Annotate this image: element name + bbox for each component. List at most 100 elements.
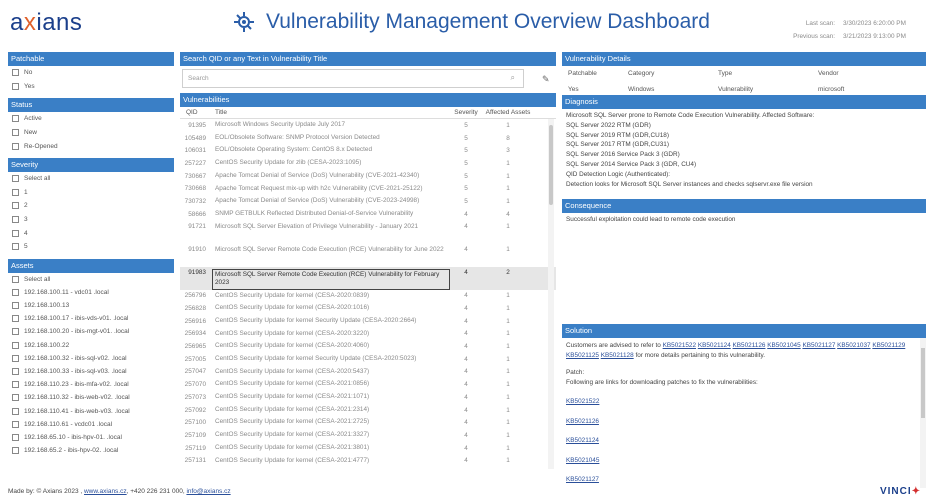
checkbox[interactable] (12, 275, 19, 283)
checkbox[interactable] (12, 288, 19, 296)
checkbox[interactable] (12, 142, 19, 150)
table-body[interactable]: 91395 Microsoft Windows Security Update J… (180, 119, 556, 469)
website-link[interactable]: www.axians.cz (84, 488, 127, 495)
search-input[interactable]: Search ⌕ (182, 69, 524, 88)
checkbox[interactable] (12, 243, 19, 251)
kb-link[interactable]: KB5021045 (767, 342, 800, 349)
checkbox[interactable] (12, 82, 19, 90)
scroll-thumb[interactable] (549, 125, 553, 205)
table-row[interactable]: 257092 CentOS Security Update for kernel … (180, 404, 556, 417)
table-row[interactable]: 256796 CentOS Security Update for kernel … (180, 290, 556, 303)
table-row[interactable]: 730667 Apache Tomcat Denial of Service (D… (180, 170, 556, 183)
kb-link[interactable]: KB5021126 (733, 342, 766, 349)
table-row[interactable]: 257131 CentOS Security Update for kernel … (180, 454, 556, 467)
asset-option[interactable]: Select all (8, 273, 174, 286)
table-row[interactable]: 257070 CentOS Security Update for kernel … (180, 378, 556, 391)
asset-option[interactable]: 192.168.110.32 - ibis-web-v02. .local (8, 391, 174, 404)
kb-link[interactable]: KB5021128 (601, 352, 634, 359)
severity-option[interactable]: 5 (8, 240, 174, 254)
table-row[interactable]: 105489 EOL/Obsolete Software: SNMP Protoc… (180, 132, 556, 145)
asset-option[interactable]: 192.168.110.41 - ibis-web-v03. .local (8, 404, 174, 417)
email-link[interactable]: info@axians.cz (186, 488, 230, 495)
clear-filter-icon[interactable]: ✎ (542, 74, 550, 85)
col-qid[interactable]: QID (180, 109, 212, 116)
kb-download-link[interactable]: KB5021045 (566, 456, 922, 466)
checkbox[interactable] (12, 354, 19, 362)
checkbox[interactable] (12, 394, 19, 402)
table-row[interactable]: 256916 CentOS Security Update for kernel … (180, 315, 556, 328)
severity-option[interactable]: Select all (8, 172, 174, 186)
status-option[interactable]: Active (8, 112, 174, 126)
table-row[interactable]: 257100 CentOS Security Update for kernel … (180, 416, 556, 429)
table-row[interactable]: 730732 Apache Tomcat Denial of Service (D… (180, 195, 556, 208)
table-scrollbar[interactable] (548, 119, 554, 469)
checkbox[interactable] (12, 229, 19, 237)
checkbox[interactable] (12, 129, 19, 137)
checkbox[interactable] (12, 328, 19, 336)
asset-option[interactable]: 192.168.100.13 (8, 299, 174, 312)
kb-link[interactable]: KB5021129 (872, 342, 905, 349)
status-option[interactable]: Re-Opened (8, 139, 174, 153)
kb-download-link[interactable]: KB5021127 (566, 475, 922, 485)
table-row[interactable]: 256965 CentOS Security Update for kernel … (180, 340, 556, 353)
severity-option[interactable]: 1 (8, 186, 174, 200)
solution-scroll-thumb[interactable] (921, 348, 925, 418)
table-row[interactable]: 58666 SNMP GETBULK Reflected Distributed … (180, 208, 556, 221)
table-row[interactable]: 257227 CentOS Security Update for zlib (C… (180, 157, 556, 170)
asset-option[interactable]: 192.168.110.61 - vcdc01 .local (8, 418, 174, 431)
table-row[interactable]: 91910 Microsoft SQL Server Remote Code Ex… (180, 244, 556, 267)
checkbox[interactable] (12, 341, 19, 349)
table-row[interactable]: 106031 EOL/Obsolete Operating System: Cen… (180, 144, 556, 157)
checkbox[interactable] (12, 69, 19, 77)
asset-option[interactable]: 192.168.100.11 - vdc01 .local (8, 286, 174, 299)
kb-link[interactable]: KB5021124 (698, 342, 731, 349)
table-row[interactable]: 91721 Microsoft SQL Server Elevation of P… (180, 221, 556, 244)
checkbox[interactable] (12, 381, 19, 389)
asset-option[interactable]: 192.168.100.22 (8, 338, 174, 351)
checkbox[interactable] (12, 367, 19, 375)
kb-download-link[interactable]: KB5021522 (566, 397, 922, 407)
asset-option[interactable]: 192.168.100.17 - ibis-vds-v01. .local (8, 312, 174, 325)
kb-link[interactable]: KB5021037 (837, 342, 870, 349)
checkbox[interactable] (12, 188, 19, 196)
solution-body[interactable]: Customers are advised to refer to KB5021… (562, 338, 926, 488)
severity-option[interactable]: 2 (8, 199, 174, 213)
checkbox[interactable] (12, 420, 19, 428)
table-row[interactable]: 257109 CentOS Security Update for kernel … (180, 429, 556, 442)
kb-link[interactable]: KB5021522 (663, 342, 696, 349)
patchable-option[interactable]: No (8, 66, 174, 80)
asset-option[interactable]: 192.168.100.20 - ibis-mgt-v01. .local (8, 325, 174, 338)
solution-scrollbar[interactable] (920, 338, 926, 488)
col-severity[interactable]: Severity (450, 109, 482, 116)
status-option[interactable]: New (8, 126, 174, 140)
asset-option[interactable]: 192.168.110.23 - ibis-mfa-v02. .local (8, 378, 174, 391)
kb-link[interactable]: KB5021127 (802, 342, 835, 349)
table-row[interactable]: 257047 CentOS Security Update for kernel … (180, 366, 556, 379)
checkbox[interactable] (12, 302, 19, 309)
severity-option[interactable]: 4 (8, 226, 174, 240)
checkbox[interactable] (12, 175, 19, 183)
kb-link[interactable]: KB5021125 (566, 352, 599, 359)
table-row[interactable]: 256934 CentOS Security Update for kernel … (180, 328, 556, 341)
search-icon[interactable]: ⌕ (511, 73, 515, 83)
col-title[interactable]: Title (212, 109, 450, 116)
checkbox[interactable] (12, 447, 19, 455)
checkbox[interactable] (12, 433, 19, 441)
patchable-option[interactable]: Yes (8, 80, 174, 94)
checkbox[interactable] (12, 202, 19, 210)
checkbox[interactable] (12, 407, 19, 415)
table-row[interactable]: 730668 Apache Tomcat Request mix-up with … (180, 182, 556, 195)
asset-option[interactable]: 192.168.65.2 - ibis-hpv-02. .local (8, 444, 174, 457)
table-row[interactable]: 91395 Microsoft Windows Security Update J… (180, 119, 556, 132)
table-row[interactable]: 91983 Microsoft SQL Server Remote Code Ex… (180, 266, 556, 290)
col-affected[interactable]: Affected Assets (482, 109, 534, 116)
checkbox[interactable] (12, 115, 19, 123)
severity-option[interactable]: 3 (8, 213, 174, 227)
checkbox[interactable] (12, 315, 19, 323)
checkbox[interactable] (12, 216, 19, 224)
asset-option[interactable]: 192.168.65.10 - ibis-hpv-01. .local (8, 431, 174, 444)
table-row[interactable]: 257119 CentOS Security Update for kernel … (180, 442, 556, 455)
table-row[interactable]: 256828 CentOS Security Update for kernel … (180, 302, 556, 315)
asset-option[interactable]: 192.168.100.32 - ibis-sql-v02. .local (8, 352, 174, 365)
table-row[interactable]: 257073 CentOS Security Update for kernel … (180, 391, 556, 404)
